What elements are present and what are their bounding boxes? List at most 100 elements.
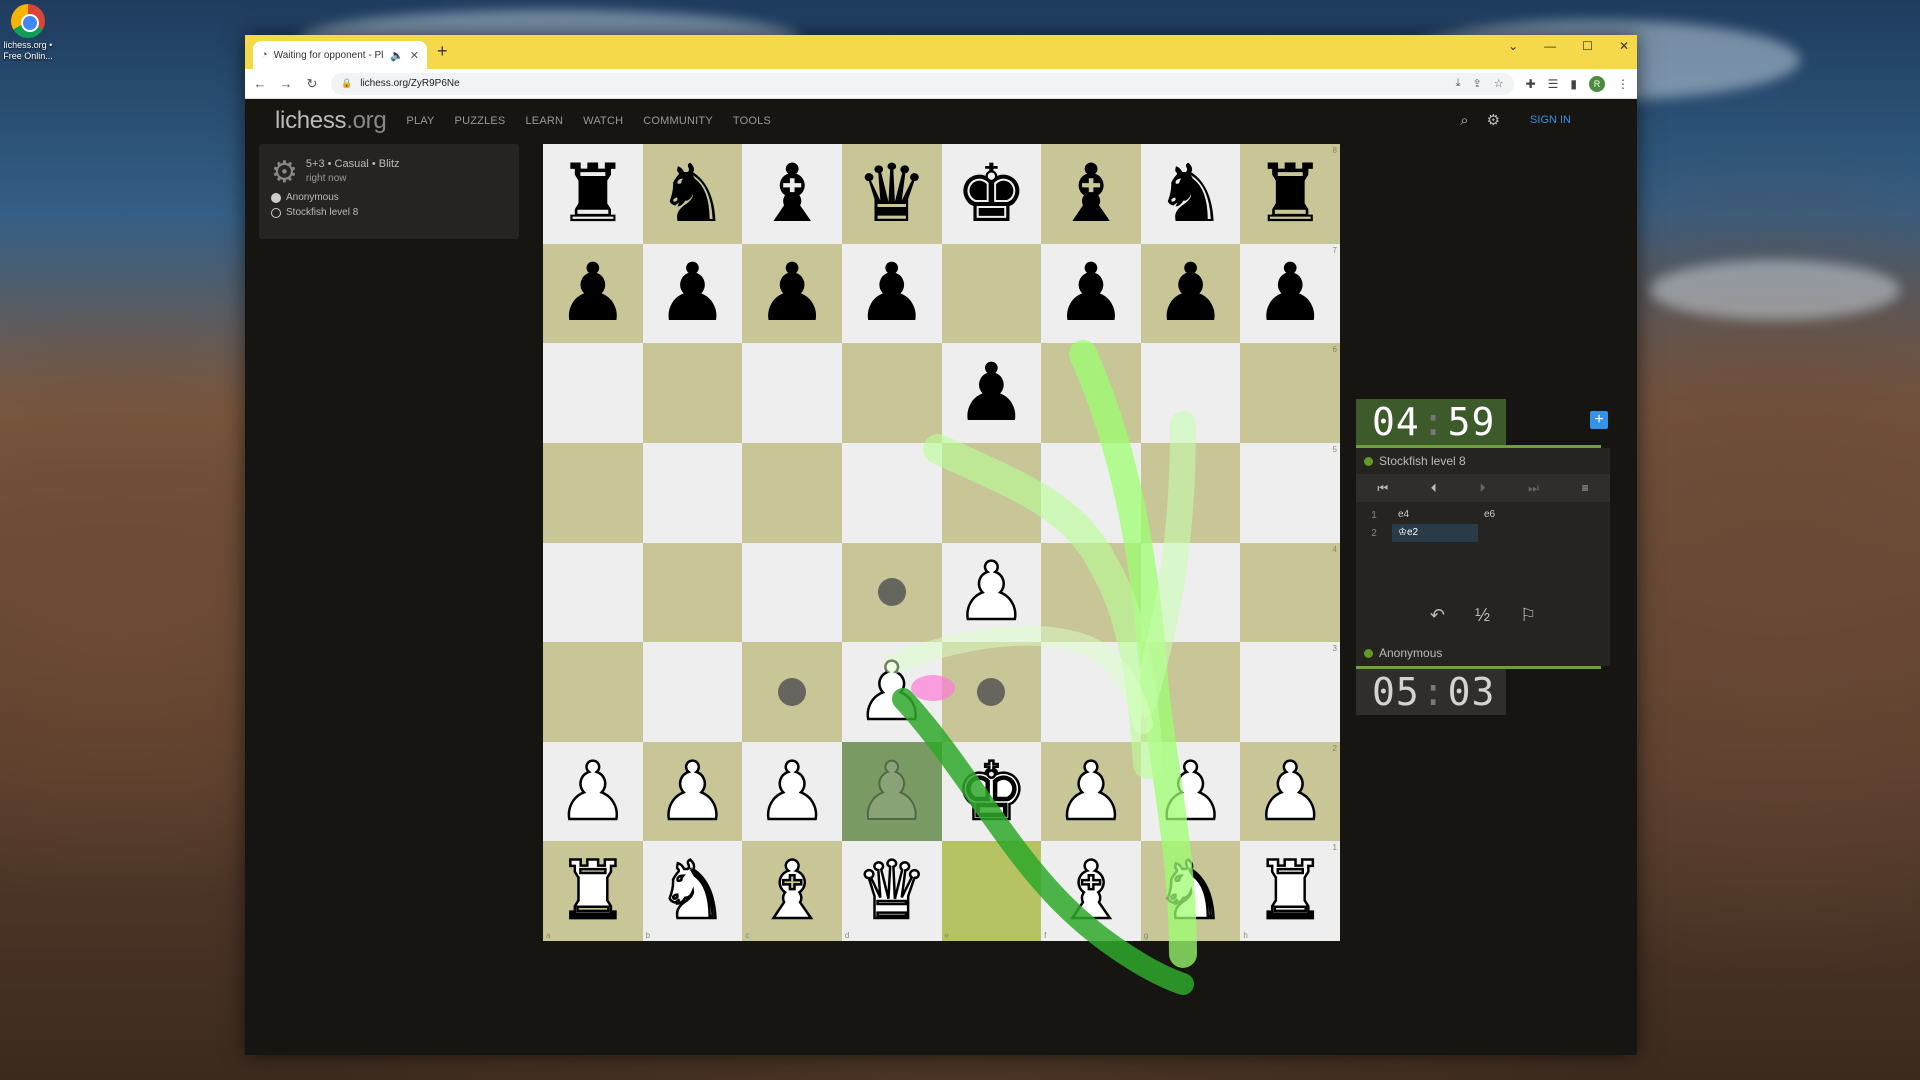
square-d5[interactable] <box>842 443 942 543</box>
takeback-button[interactable]: ↶ <box>1430 605 1445 626</box>
square-h4[interactable]: 4 <box>1240 543 1340 643</box>
audio-icon[interactable]: 🔈 <box>390 49 404 62</box>
square-c1[interactable]: ♝c <box>742 841 842 941</box>
white-pawn-icon[interactable]: ♟ <box>955 552 1027 632</box>
square-f6[interactable] <box>1041 343 1141 443</box>
square-b4[interactable] <box>643 543 743 643</box>
white-pawn-icon[interactable]: ♟ <box>1254 752 1326 832</box>
square-c6[interactable] <box>742 343 842 443</box>
square-g4[interactable] <box>1141 543 1241 643</box>
square-a3[interactable] <box>543 642 643 742</box>
resign-flag-icon[interactable]: ⚐ <box>1520 605 1536 626</box>
square-f8[interactable]: ♝ <box>1041 144 1141 244</box>
black-move[interactable] <box>1478 524 1564 542</box>
square-f3[interactable] <box>1041 642 1141 742</box>
square-d2[interactable]: ♟ <box>842 742 942 842</box>
square-c2[interactable]: ♟ <box>742 742 842 842</box>
square-h1[interactable]: ♜1h <box>1240 841 1340 941</box>
back-icon[interactable]: ← <box>253 76 267 91</box>
nav-watch[interactable]: WATCH <box>583 115 623 127</box>
square-h6[interactable]: 6 <box>1240 343 1340 443</box>
square-a7[interactable]: ♟ <box>543 244 643 344</box>
square-e6[interactable]: ♟ <box>942 343 1042 443</box>
new-tab-button[interactable]: + <box>437 41 448 62</box>
tab-search-icon[interactable]: ⌄ <box>1508 39 1518 53</box>
black-bishop-icon[interactable]: ♝ <box>756 154 828 234</box>
black-pawn-icon[interactable]: ♟ <box>955 353 1027 433</box>
square-b6[interactable] <box>643 343 743 443</box>
address-bar[interactable]: 🔒 lichess.org/ZyR9P6Ne ⤓ ⇪ ☆ <box>331 73 1514 95</box>
black-pawn-icon[interactable]: ♟ <box>856 253 928 333</box>
nav-play[interactable]: PLAY <box>406 115 434 127</box>
extensions-icon[interactable]: ✚ <box>1526 77 1536 91</box>
black-pawn-icon[interactable]: ♟ <box>756 253 828 333</box>
white-bishop-icon[interactable]: ♝ <box>1055 851 1127 931</box>
black-pawn-icon[interactable]: ♟ <box>1155 253 1227 333</box>
square-b7[interactable]: ♟ <box>643 244 743 344</box>
square-e1[interactable]: e <box>942 841 1042 941</box>
square-d4[interactable] <box>842 543 942 643</box>
square-d3[interactable]: ♟ <box>842 642 942 742</box>
white-pawn-icon[interactable]: ♟ <box>557 752 629 832</box>
chess-board[interactable]: ♜♞♝♛♚♝♞♜8♟♟♟♟♟♟♟7♟65♟4♟3♟♟♟♟♚♟♟♟2♜a♞b♝c♛… <box>543 144 1340 941</box>
black-bishop-icon[interactable]: ♝ <box>1055 154 1127 234</box>
sign-in-link[interactable]: SIGN IN <box>1530 114 1571 126</box>
white-pawn-icon[interactable]: ♟ <box>856 652 928 732</box>
square-e8[interactable]: ♚ <box>942 144 1042 244</box>
move-hint-dot[interactable] <box>778 678 806 706</box>
square-g3[interactable] <box>1141 642 1241 742</box>
prev-move-button[interactable]: ⏴ <box>1431 481 1437 496</box>
lock-icon[interactable]: 🔒 <box>341 78 352 89</box>
menu-kebab-icon[interactable]: ⋮ <box>1617 77 1629 91</box>
square-b2[interactable]: ♟ <box>643 742 743 842</box>
add-time-button[interactable]: + <box>1590 411 1608 429</box>
nav-community[interactable]: COMMUNITY <box>643 115 713 127</box>
square-c7[interactable]: ♟ <box>742 244 842 344</box>
white-pawn-icon[interactable]: ♟ <box>756 752 828 832</box>
square-a5[interactable] <box>543 443 643 543</box>
square-h7[interactable]: ♟7 <box>1240 244 1340 344</box>
last-move-button[interactable]: ⏭ <box>1528 481 1539 496</box>
settings-gear-icon[interactable]: ⚙ <box>1487 111 1500 129</box>
square-d1[interactable]: ♛d <box>842 841 942 941</box>
square-a1[interactable]: ♜a <box>543 841 643 941</box>
square-f1[interactable]: ♝f <box>1041 841 1141 941</box>
install-icon[interactable]: ⤓ <box>1456 77 1461 90</box>
square-g7[interactable]: ♟ <box>1141 244 1241 344</box>
black-move[interactable]: e6 <box>1478 506 1564 524</box>
square-a8[interactable]: ♜ <box>543 144 643 244</box>
square-e7[interactable] <box>942 244 1042 344</box>
desktop-shortcut-lichess[interactable]: lichess.org • Free Onlin... <box>2 4 54 62</box>
minimize-button[interactable]: — <box>1544 39 1556 53</box>
square-b1[interactable]: ♞b <box>643 841 743 941</box>
nav-learn[interactable]: LEARN <box>525 115 563 127</box>
site-logo[interactable]: lichess.org <box>275 107 386 135</box>
square-e2[interactable]: ♚ <box>942 742 1042 842</box>
offer-draw-button[interactable]: ½ <box>1475 605 1490 626</box>
black-pawn-icon[interactable]: ♟ <box>657 253 729 333</box>
white-pawn-icon[interactable]: ♟ <box>856 752 928 832</box>
white-move[interactable]: e4 <box>1392 506 1478 524</box>
square-f2[interactable]: ♟ <box>1041 742 1141 842</box>
square-d8[interactable]: ♛ <box>842 144 942 244</box>
black-pawn-icon[interactable]: ♟ <box>557 253 629 333</box>
black-rook-icon[interactable]: ♜ <box>557 154 629 234</box>
white-pawn-icon[interactable]: ♟ <box>657 752 729 832</box>
square-h8[interactable]: ♜8 <box>1240 144 1340 244</box>
white-rook-icon[interactable]: ♜ <box>1254 851 1326 931</box>
square-c8[interactable]: ♝ <box>742 144 842 244</box>
black-pawn-icon[interactable]: ♟ <box>1055 253 1127 333</box>
black-knight-icon[interactable]: ♞ <box>1155 154 1227 234</box>
white-knight-icon[interactable]: ♞ <box>657 851 729 931</box>
nav-puzzles[interactable]: PUZZLES <box>455 115 506 127</box>
black-rook-icon[interactable]: ♜ <box>1254 154 1326 234</box>
search-icon[interactable]: ⌕ <box>1460 112 1468 129</box>
move-menu-button[interactable]: ≡ <box>1582 481 1589 495</box>
square-a6[interactable] <box>543 343 643 443</box>
black-queen-icon[interactable]: ♛ <box>856 154 928 234</box>
move-hint-dot[interactable] <box>977 678 1005 706</box>
square-g5[interactable] <box>1141 443 1241 543</box>
white-rook-icon[interactable]: ♜ <box>557 851 629 931</box>
square-g6[interactable] <box>1141 343 1241 443</box>
white-queen-icon[interactable]: ♛ <box>856 851 928 931</box>
